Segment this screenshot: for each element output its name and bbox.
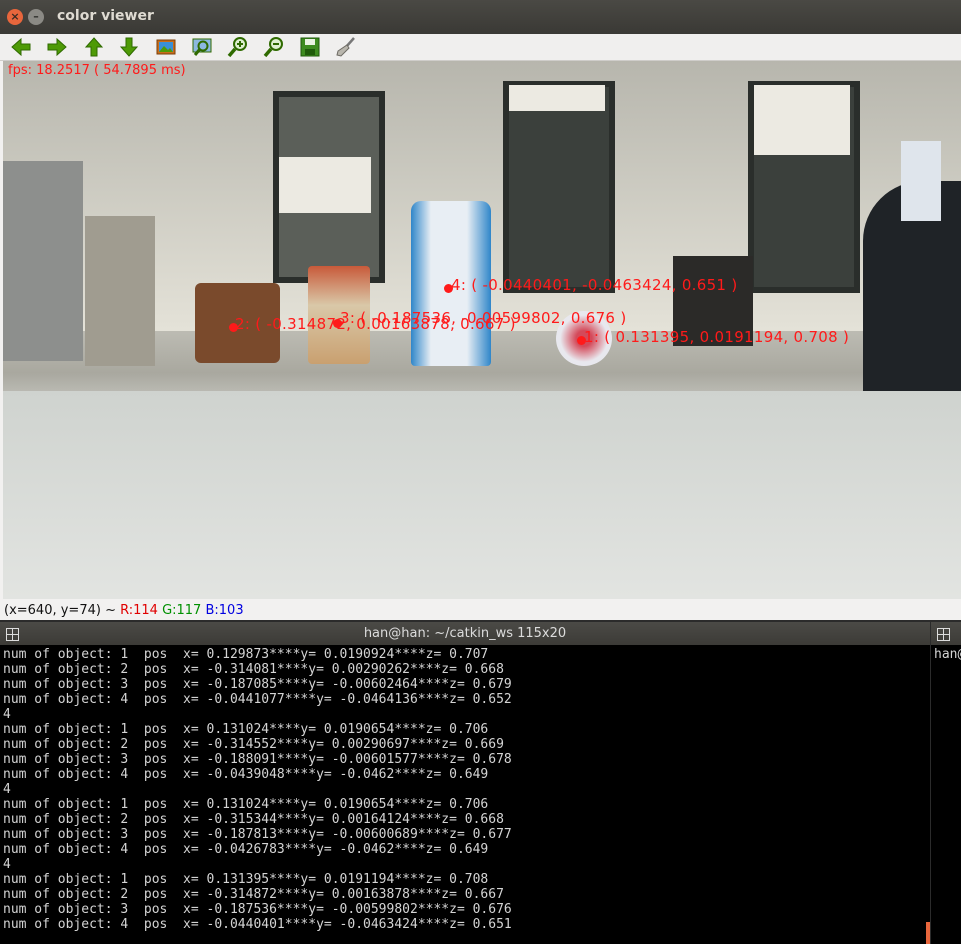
object-3-label: 3: ( -0.187536, -0.00599802, 0.676 )	[340, 309, 627, 327]
object-4-label: 4: ( -0.0440401, -0.0463424, 0.651 )	[451, 276, 738, 294]
clear-brush-icon[interactable]	[335, 36, 357, 58]
color-viewer-window: × – color viewer 1: (0.131395, 0.019119…	[0, 0, 961, 620]
arrow-up-icon[interactable]	[83, 36, 105, 58]
terminal-line: num of object: 1 pos x= 0.129873****y= 0…	[3, 647, 489, 662]
second-terminal-output: han@	[934, 647, 961, 662]
save-icon[interactable]	[299, 36, 321, 58]
minimize-icon[interactable]: –	[28, 9, 44, 25]
terminal-line: num of object: 2 pos x= -0.314081****y= …	[3, 662, 504, 677]
terminal-line: num of object: 1 pos x= 0.131024****y= 0…	[3, 797, 489, 812]
terminal-line: num of object: 1 pos x= 0.131024****y= 0…	[3, 722, 489, 737]
terminal-line: num of object: 3 pos x= -0.187536****y= …	[3, 902, 512, 917]
terminal-title: han@han: ~/catkin_ws 115x20	[363, 626, 567, 641]
zoom-in-icon[interactable]	[227, 36, 249, 58]
window-title: color viewer	[57, 8, 154, 24]
arrow-right-icon[interactable]	[46, 36, 68, 58]
object-1-label: 1: ( 0.131395, 0.0191194, 0.708 )	[584, 328, 850, 346]
terminal-line: 4	[3, 707, 11, 722]
terminal-line: num of object: 2 pos x= -0.314552****y= …	[3, 737, 504, 752]
status-green: G:117	[162, 603, 202, 618]
zoom-fit-icon[interactable]	[191, 36, 213, 58]
second-terminal-window[interactable]: han@	[931, 622, 961, 944]
terminal-line: num of object: 1 pos x= 0.131395****y= 0…	[3, 872, 489, 887]
arrow-down-icon[interactable]	[118, 36, 140, 58]
table-surface	[3, 391, 961, 599]
terminal-line: num of object: 2 pos x= -0.315344****y= …	[3, 812, 504, 827]
terminal-line: num of object: 4 pos x= -0.0426783****y=…	[3, 842, 489, 857]
terminal-line: num of object: 4 pos x= -0.0439048****y=…	[3, 767, 489, 782]
window-titlebar[interactable]: × – color viewer	[0, 0, 961, 34]
status-coords: (x=640, y=74) ~	[4, 603, 121, 618]
second-terminal-titlebar[interactable]	[931, 622, 961, 645]
zoom-out-icon[interactable]	[263, 36, 285, 58]
toolbar	[0, 34, 961, 61]
terminal-line: num of object: 4 pos x= -0.0440401****y=…	[3, 917, 512, 932]
arrow-left-icon[interactable]	[10, 36, 32, 58]
terminal-line: 4	[3, 857, 11, 872]
terminal-tile-icon[interactable]	[937, 628, 950, 641]
terminal-output[interactable]: num of object: 1 pos x= 0.129873****y= 0…	[3, 647, 923, 942]
terminal-window[interactable]: han@han: ~/catkin_ws 115x20 num of objec…	[0, 622, 930, 944]
status-blue: B:103	[205, 603, 244, 618]
terminal-line: num of object: 3 pos x= -0.187085****y= …	[3, 677, 512, 692]
camera-image[interactable]: 1: ( 0.131395, 0.0191194, 0.708 ) 2: ( -…	[3, 61, 961, 599]
terminal-scrollbar[interactable]	[926, 922, 930, 944]
terminal-line: 4	[3, 782, 11, 797]
status-red: R:114	[120, 603, 158, 618]
terminal-line: num of object: 2 pos x= -0.314872****y= …	[3, 887, 504, 902]
terminal-line: num of object: 3 pos x= -0.187813****y= …	[3, 827, 512, 842]
close-icon[interactable]: ×	[7, 9, 23, 25]
fps-overlay: fps: 18.2517 ( 54.7895 ms)	[8, 63, 186, 78]
terminal-line: num of object: 3 pos x= -0.188091****y= …	[3, 752, 512, 767]
terminal-tile-icon[interactable]	[6, 628, 19, 641]
status-bar: (x=640, y=74) ~ R:114 G:117 B:103	[0, 602, 961, 620]
terminal-line: num of object: 4 pos x= -0.0441077****y=…	[3, 692, 512, 707]
terminal-titlebar[interactable]: han@han: ~/catkin_ws 115x20	[0, 622, 930, 645]
image-icon[interactable]	[155, 36, 177, 58]
